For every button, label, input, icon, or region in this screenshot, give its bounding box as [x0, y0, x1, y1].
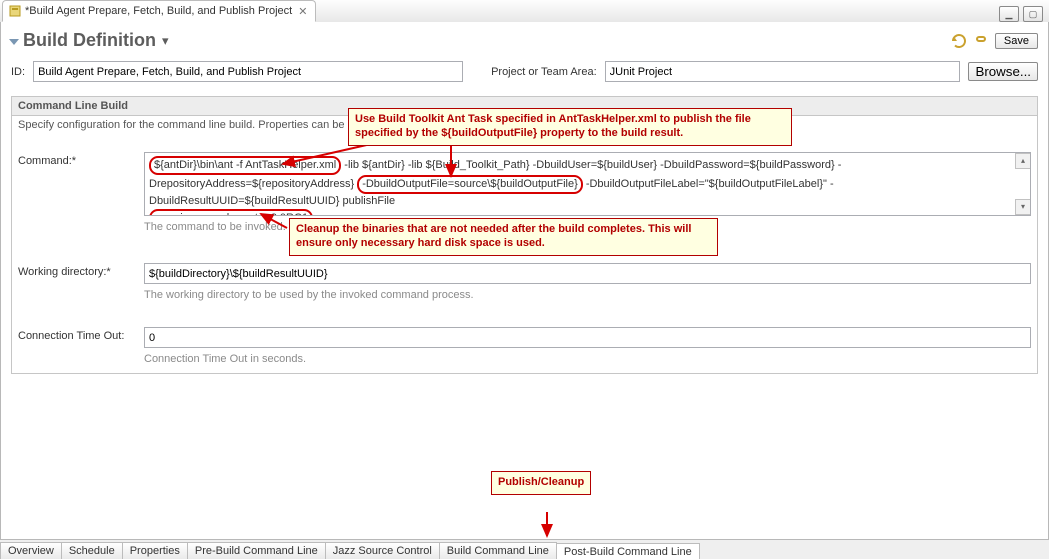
save-button[interactable]: Save — [995, 33, 1038, 49]
cmd-text-1: -lib ${antDir} -lib — [344, 159, 422, 171]
browse-button[interactable]: Browse... — [968, 62, 1038, 81]
bottom-tab-build-command-line[interactable]: Build Command Line — [439, 542, 557, 559]
cmd-highlight-rm: rm -r jazz apache-ant-1.8.0RC1 — [149, 209, 313, 216]
scroll-up-icon[interactable]: ▴ — [1015, 153, 1031, 169]
bottom-tab-overview[interactable]: Overview — [0, 542, 62, 559]
scroll-down-icon[interactable]: ▾ — [1015, 199, 1031, 215]
build-file-icon — [9, 5, 21, 17]
working-dir-label: Working directory:* — [18, 263, 138, 278]
command-row: Command:* ${antDir}\bin\ant -f AntTaskHe… — [12, 148, 1037, 220]
timeout-row: Connection Time Out: — [12, 323, 1037, 352]
project-input[interactable] — [605, 61, 961, 82]
timeout-input[interactable] — [144, 327, 1031, 348]
expand-toggle-icon[interactable] — [9, 39, 19, 45]
timeout-helper: Connection Time Out in seconds. — [12, 352, 1037, 373]
annotation-bottom: Publish/Cleanup — [491, 471, 591, 495]
maximize-button[interactable]: ▢ — [1023, 6, 1043, 22]
project-label: Project or Team Area: — [491, 66, 597, 78]
id-label: ID: — [11, 66, 25, 78]
title-dropdown-icon[interactable]: ▾ — [162, 33, 169, 49]
editor-tab-title: *Build Agent Prepare, Fetch, Build, and … — [25, 5, 292, 17]
cmd-highlight-ant: ${antDir}\bin\ant -f AntTaskHelper.xml — [149, 156, 341, 175]
bottom-tabbar: OverviewSchedulePropertiesPre-Build Comm… — [0, 540, 1049, 559]
working-dir-helper: The working directory to be used by the … — [12, 288, 1037, 309]
link-icon[interactable] — [973, 33, 989, 49]
definition-header: Build Definition ▾ Save — [11, 30, 1038, 51]
bottom-tab-jazz-source-control[interactable]: Jazz Source Control — [325, 542, 440, 559]
id-row: ID: Project or Team Area: Browse... — [11, 61, 1038, 82]
page-title: Build Definition — [23, 30, 156, 51]
command-textarea[interactable]: ${antDir}\bin\ant -f AntTaskHelper.xml -… — [144, 152, 1031, 216]
close-icon[interactable]: ✕ — [296, 5, 309, 18]
working-dir-input[interactable] — [144, 263, 1031, 284]
editor-tabbar: *Build Agent Prepare, Fetch, Build, and … — [0, 0, 1049, 23]
window-controls: ▁ ▢ — [999, 6, 1049, 22]
command-helper: The command to be invoked. — [144, 221, 286, 233]
cmd-scrollbar[interactable]: ▴ ▾ — [1015, 153, 1029, 215]
cmd-highlight-output: -DbuildOutputFile=source\${buildOutputFi… — [357, 175, 583, 194]
annotation-top: Use Build Toolkit Ant Task specified in … — [348, 108, 792, 146]
bottom-tab-schedule[interactable]: Schedule — [61, 542, 123, 559]
editor-body: Build Definition ▾ Save ID: Project or T… — [0, 22, 1049, 540]
bottom-tab-properties[interactable]: Properties — [122, 542, 188, 559]
timeout-label: Connection Time Out: — [18, 327, 138, 342]
bottom-tab-pre-build-command-line[interactable]: Pre-Build Command Line — [187, 542, 326, 559]
id-input[interactable] — [33, 61, 463, 82]
working-dir-row: Working directory:* — [12, 259, 1037, 288]
bottom-tab-post-build-command-line[interactable]: Post-Build Command Line — [556, 543, 700, 559]
refresh-icon[interactable] — [951, 33, 967, 49]
annotation-mid: Cleanup the binaries that are not needed… — [289, 218, 718, 256]
minimize-button[interactable]: ▁ — [999, 6, 1019, 22]
command-label: Command:* — [18, 152, 138, 167]
editor-tab[interactable]: *Build Agent Prepare, Fetch, Build, and … — [2, 0, 316, 22]
